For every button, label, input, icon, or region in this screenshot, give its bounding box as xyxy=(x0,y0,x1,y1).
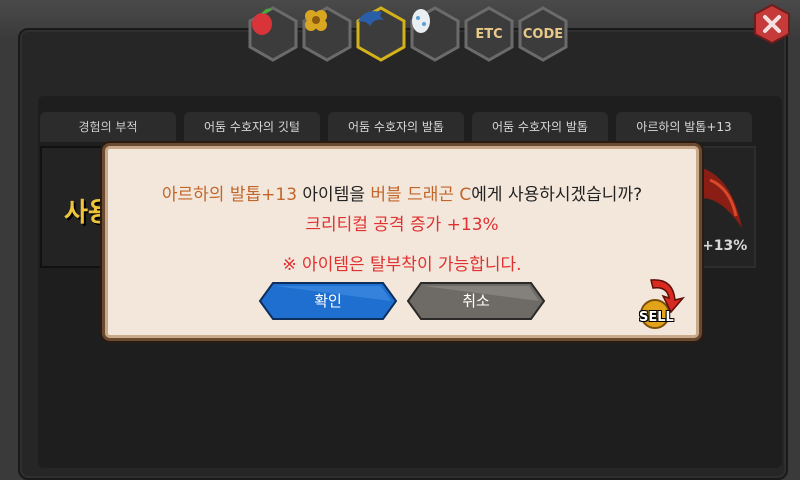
confirm-button[interactable]: 확인 xyxy=(259,282,397,320)
item-slot-label: 아르하의 발톱+13 xyxy=(616,112,752,142)
tab-code[interactable]: CODE xyxy=(518,6,568,62)
close-icon xyxy=(754,3,790,45)
tab-fruit[interactable] xyxy=(248,6,298,62)
item-slot-label: 경험의 부적 xyxy=(40,112,176,142)
claw-icon xyxy=(356,6,406,62)
sell-label: SELL xyxy=(639,310,674,325)
dialog-text-b: 에게 사용하시겠습니까? xyxy=(471,185,643,205)
etc-tab-label: ETC xyxy=(475,26,503,42)
code-tab-label: CODE xyxy=(522,26,564,42)
item-slot-label: 어둠 수호자의 발톱 xyxy=(472,112,608,142)
item-stat-badge: +13% xyxy=(702,238,748,254)
tab-egg[interactable] xyxy=(410,6,460,62)
item-slot-label: 어둠 수호자의 발톱 xyxy=(328,112,464,142)
dialog-text-a: 아이템을 xyxy=(297,185,371,205)
cancel-button[interactable]: 취소 xyxy=(407,282,545,320)
cancel-button-label: 취소 xyxy=(462,292,490,310)
dialog-target-name: 버블 드래곤 C xyxy=(370,185,472,205)
tab-flower[interactable] xyxy=(302,6,352,62)
flower-icon xyxy=(302,6,352,62)
egg-icon xyxy=(410,6,460,62)
tab-etc[interactable]: ETC xyxy=(464,6,514,62)
tab-claw[interactable] xyxy=(356,6,406,62)
dialog-effect: 크리티컬 공격 증가 +13% xyxy=(305,215,499,235)
dialog-item-name: 아르하의 발톱+13 xyxy=(161,185,298,205)
sell-button[interactable]: SELL xyxy=(629,278,693,330)
confirm-button-label: 확인 xyxy=(314,292,342,310)
dialog-note: ※ 아이템은 탈부착이 가능합니다. xyxy=(282,255,522,275)
item-slot-label: 어둠 수호자의 깃털 xyxy=(184,112,320,142)
fruit-icon xyxy=(248,6,298,62)
dialog-question: 아르하의 발톱+13 아이템을 버블 드래곤 C에게 사용하시겠습니까? xyxy=(105,180,699,205)
use-item-dialog: 아르하의 발톱+13 아이템을 버블 드래곤 C에게 사용하시겠습니까? 크리티… xyxy=(102,143,702,341)
close-button[interactable] xyxy=(752,3,792,45)
